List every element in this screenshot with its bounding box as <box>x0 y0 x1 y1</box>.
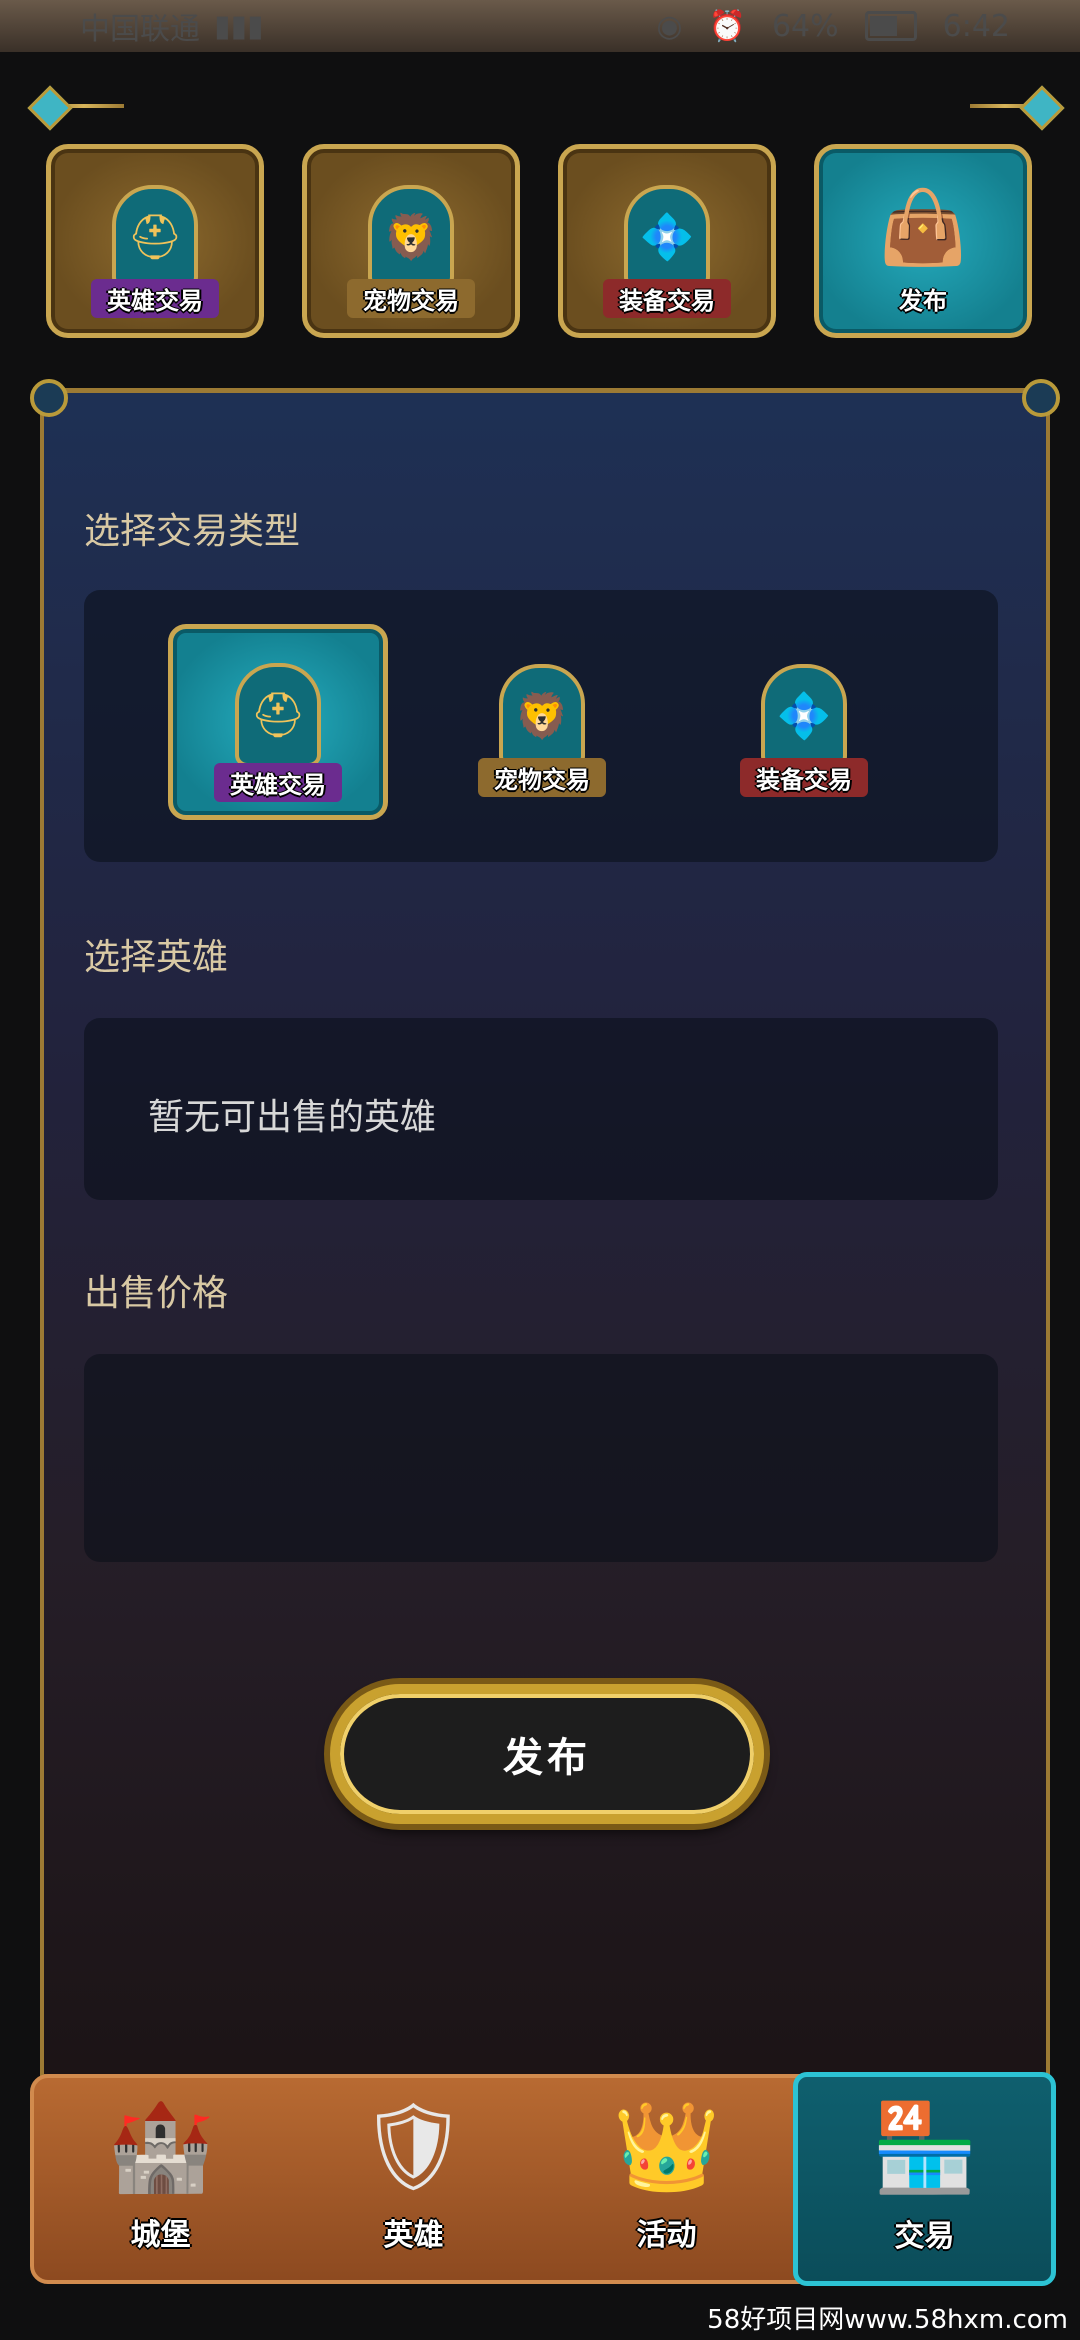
tab-label: 装备交易 <box>603 279 731 318</box>
castle-icon: 🏰 <box>106 2096 215 2197</box>
trade-type-label: 装备交易 <box>740 758 868 797</box>
eye-icon: ◉ <box>656 8 683 44</box>
helmet-icon: ⛑ <box>112 185 198 289</box>
tab-pet-trade[interactable]: 🦁 宠物交易 <box>302 144 520 338</box>
publish-button[interactable]: 发布 <box>330 1684 764 1824</box>
watermark: 58好项目网www.58hxm.com <box>707 2305 1068 2335</box>
helmet-icon: ⛑ <box>235 663 321 767</box>
tab-label: 发布 <box>899 287 947 315</box>
bag-icon: 👜 <box>878 184 968 269</box>
nav-label: 活动 <box>636 2218 697 2253</box>
market-stall-icon: 🏪 <box>870 2097 979 2198</box>
status-bar: 中国联通 ▮▮▮ ◉ ⏰ 64% 6:42 <box>0 0 1080 52</box>
nav-castle[interactable]: 🏰 城堡 <box>34 2078 287 2280</box>
gem-icon: 💠 <box>624 185 710 289</box>
corner-gem-icon <box>1019 85 1065 131</box>
gem-icon: 💠 <box>761 664 847 768</box>
battery-icon <box>864 11 917 41</box>
panel-corner-ornament <box>1022 379 1060 417</box>
alarm-icon: ⏰ <box>708 8 746 44</box>
nav-hero[interactable]: 🛡 英雄 <box>287 2078 540 2280</box>
clock: 6:42 <box>942 8 1010 44</box>
crown-icon: 👑 <box>612 2096 721 2197</box>
corner-gem-icon <box>27 85 73 131</box>
nav-label: 城堡 <box>130 2218 191 2253</box>
tab-hero-trade[interactable]: ⛑ 英雄交易 <box>46 144 264 338</box>
panel-corner-ornament <box>30 379 68 417</box>
tab-label: 英雄交易 <box>91 279 219 318</box>
lion-icon: 🦁 <box>499 664 585 768</box>
price-input[interactable] <box>84 1354 998 1562</box>
price-title: 出售价格 <box>84 1273 229 1314</box>
tab-publish[interactable]: 👜 发布 <box>814 144 1032 338</box>
trade-type-title: 选择交易类型 <box>84 511 301 552</box>
trade-type-hero[interactable]: ⛑ 英雄交易 <box>168 624 388 820</box>
nav-label: 交易 <box>894 2219 955 2254</box>
lion-icon: 🦁 <box>368 185 454 289</box>
tab-label: 宠物交易 <box>347 279 475 318</box>
nav-activity[interactable]: 👑 活动 <box>540 2078 793 2280</box>
trade-type-equipment[interactable]: 💠 装备交易 <box>694 624 914 820</box>
trade-type-label: 英雄交易 <box>214 763 342 802</box>
trade-type-label: 宠物交易 <box>478 758 606 797</box>
signal-icon: ▮▮▮ <box>214 8 264 44</box>
tab-equipment-trade[interactable]: 💠 装备交易 <box>558 144 776 338</box>
nav-label: 英雄 <box>383 2218 444 2253</box>
trade-type-pet[interactable]: 🦁 宠物交易 <box>432 624 652 820</box>
battery-percent: 64% <box>771 8 839 44</box>
bottom-nav: 🏰 城堡 🛡 英雄 👑 活动 🏪 交易 <box>30 2072 1056 2286</box>
carrier-label: 中国联通 <box>80 12 200 47</box>
hero-select-title: 选择英雄 <box>84 937 229 978</box>
nav-trade[interactable]: 🏪 交易 <box>793 2072 1056 2286</box>
hero-card-icon: 🛡 <box>358 2096 469 2197</box>
hero-empty-message: 暂无可出售的英雄 <box>148 1097 437 1138</box>
